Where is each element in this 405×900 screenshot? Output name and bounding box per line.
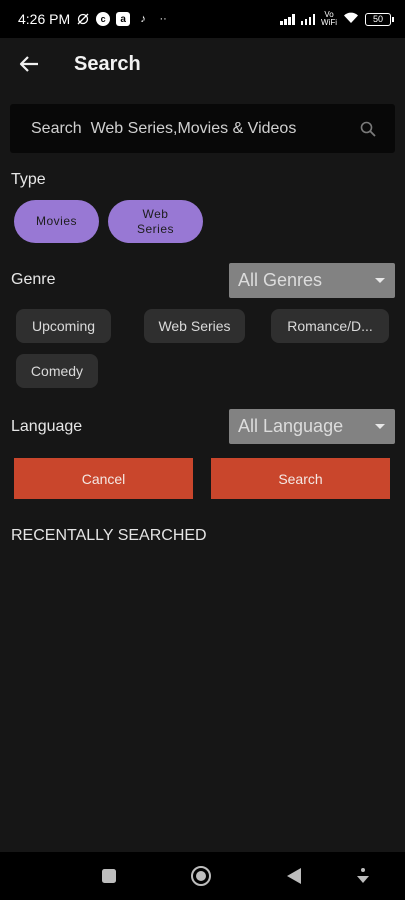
c-app-icon: c	[96, 12, 111, 26]
page-title: Search	[74, 52, 141, 75]
arrow-left-icon	[19, 56, 38, 72]
genre-chip-upcoming[interactable]: Upcoming	[16, 309, 111, 343]
back-button[interactable]	[0, 38, 58, 90]
tiktok-icon: ♪	[140, 13, 146, 25]
search-bar	[10, 104, 395, 153]
muted-sync-icon	[76, 12, 90, 26]
vowifi-icon: Vo WiFi	[321, 10, 337, 27]
battery-level: 50	[372, 14, 383, 24]
circle-icon	[191, 866, 211, 886]
home-button[interactable]	[189, 864, 213, 888]
search-screen: 4:26 PM c a ♪ ·· Vo WiFi 50 Search Searc…	[0, 0, 405, 900]
a-app-icon: a	[116, 12, 131, 26]
assistant-button[interactable]	[351, 864, 375, 888]
search-button[interactable]: Search	[211, 458, 390, 499]
square-icon	[102, 869, 116, 883]
signal-2-icon	[300, 13, 315, 25]
arrow-down-icon	[357, 868, 369, 883]
recents-button[interactable]	[97, 864, 121, 888]
genre-chip-comedy[interactable]: Comedy	[16, 354, 98, 388]
genre-chip-romance[interactable]: Romance/D...	[271, 309, 389, 343]
signal-icon	[280, 13, 295, 25]
language-label: Language	[11, 418, 83, 435]
type-label: Type	[11, 171, 46, 188]
back-nav-button[interactable]	[282, 864, 306, 888]
search-icon[interactable]	[359, 120, 377, 138]
more-dots-icon: ··	[159, 13, 167, 25]
cancel-button[interactable]: Cancel	[14, 458, 193, 499]
status-bar: 4:26 PM c a ♪ ·· Vo WiFi 50	[0, 0, 405, 38]
chevron-down-icon	[375, 278, 385, 283]
triangle-left-icon	[287, 868, 301, 884]
language-selected: All Language	[238, 416, 344, 436]
genre-label: Genre	[11, 271, 56, 288]
genre-chip-web-series[interactable]: Web Series	[144, 309, 245, 343]
notification-icons: c a ♪ ··	[76, 12, 170, 26]
system-nav-bar	[0, 852, 405, 900]
battery-icon: 50	[365, 12, 394, 26]
app-bar: Search	[0, 38, 405, 90]
language-dropdown[interactable]: All Language	[229, 409, 395, 444]
type-option-movies[interactable]: Movies	[14, 200, 99, 243]
system-status-icons: Vo WiFi 50	[280, 10, 394, 27]
type-option-web-series[interactable]: Web Series	[108, 200, 203, 243]
chevron-down-icon	[375, 424, 385, 429]
search-input[interactable]	[29, 118, 359, 139]
genre-selected: All Genres	[238, 270, 323, 290]
genre-dropdown[interactable]: All Genres	[229, 263, 395, 298]
recent-searches-heading: RECENTALLY SEARCHED	[11, 527, 207, 544]
status-time: 4:26 PM	[18, 11, 71, 27]
wifi-icon	[343, 11, 359, 27]
